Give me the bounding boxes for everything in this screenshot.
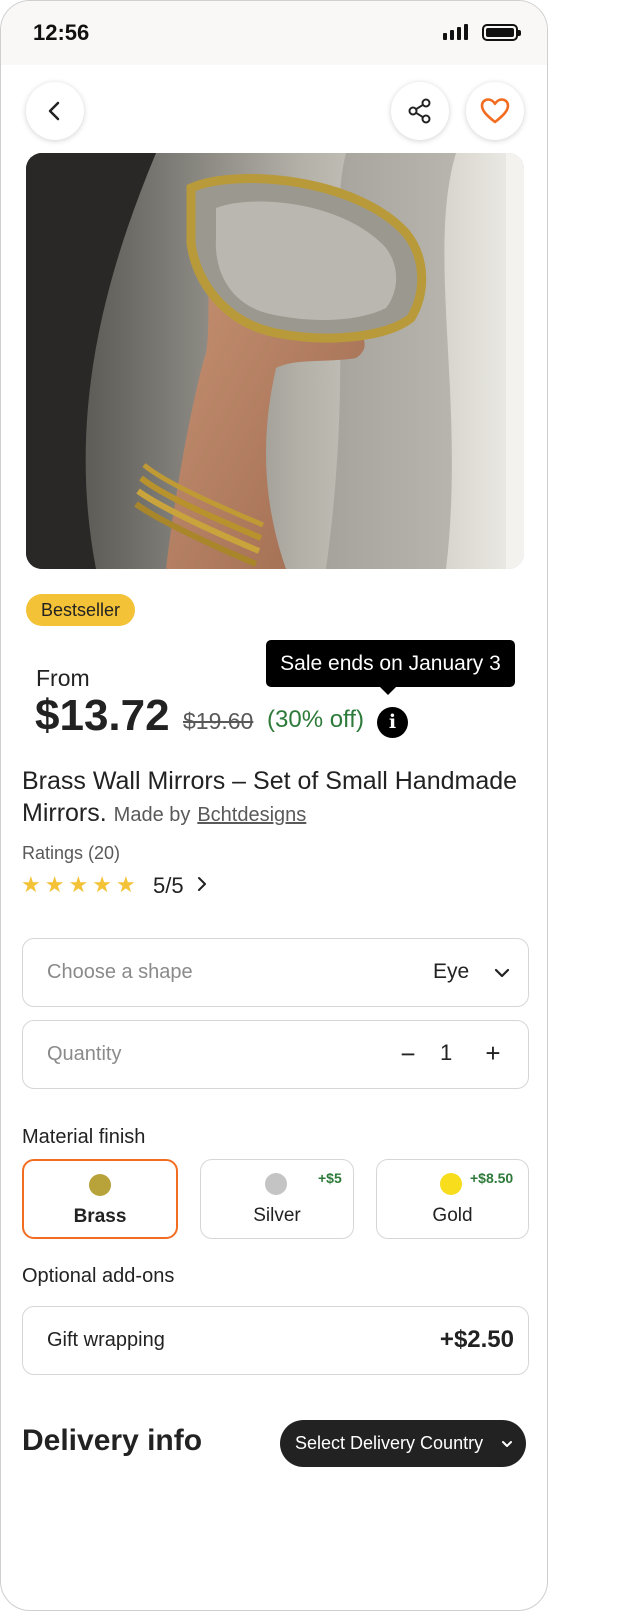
swatch-color	[89, 1174, 111, 1196]
chevron-left-icon	[48, 101, 60, 121]
material-name: Brass	[73, 1206, 127, 1227]
star-icon: ★	[44, 872, 65, 897]
maker-link[interactable]: Bchtdesigns	[197, 804, 306, 826]
heart-icon	[480, 98, 510, 124]
signal-icon	[443, 24, 468, 40]
delivery-info-title: Delivery info	[22, 1424, 203, 1457]
quantity-increase-button[interactable]: +	[478, 1038, 508, 1068]
shape-placeholder: Choose a shape	[47, 961, 193, 983]
chevron-right-icon[interactable]	[195, 875, 209, 893]
phone-frame: 12:56 Bestseller Sale ends on January 3 …	[0, 0, 548, 1611]
share-button[interactable]	[391, 82, 449, 140]
material-option-silver[interactable]: +$5 Silver	[200, 1159, 354, 1239]
swatch-color	[440, 1173, 462, 1195]
addon-name: Gift wrapping	[47, 1329, 165, 1351]
star-icon: ★	[68, 872, 89, 897]
quantity-value[interactable]: 1	[440, 1040, 452, 1066]
chevron-down-icon	[494, 968, 510, 978]
material-option-brass[interactable]: Brass	[22, 1159, 178, 1239]
optional-addons-label: Optional add-ons	[22, 1265, 175, 1287]
star-icon: ★	[92, 872, 112, 897]
addon-gift-wrapping[interactable]: Gift wrapping +$2.50	[22, 1306, 529, 1375]
swatch-color	[265, 1173, 287, 1195]
shape-select[interactable]: Choose a shape Eye	[22, 938, 529, 1007]
favorite-button[interactable]	[466, 82, 524, 140]
rating-stars: ★ ★ ★ ★ ★	[21, 874, 136, 896]
addon-price: +$2.50	[439, 1326, 514, 1353]
original-price: $19.60	[183, 708, 254, 734]
star-icon: ★	[115, 872, 136, 897]
material-finish-label: Material finish	[22, 1126, 146, 1148]
material-option-gold[interactable]: +$8.50 Gold	[376, 1159, 529, 1239]
material-name: Silver	[253, 1205, 301, 1226]
battery-icon	[482, 24, 521, 41]
select-delivery-country-button[interactable]: Select Delivery Country	[280, 1420, 526, 1467]
sale-tooltip: Sale ends on January 3	[266, 640, 515, 695]
material-name: Gold	[432, 1205, 473, 1226]
quantity-decrease-button[interactable]: −	[393, 1039, 423, 1069]
star-icon: ★	[21, 872, 41, 897]
material-surcharge: +$8.50	[470, 1170, 514, 1186]
info-icon[interactable]: i	[377, 707, 408, 738]
material-surcharge: +$5	[318, 1170, 342, 1186]
status-time: 12:56	[33, 20, 90, 45]
product-title: Brass Wall Mirrors – Set of Small Handma…	[22, 765, 522, 831]
quantity-placeholder: Quantity	[47, 1043, 122, 1065]
shape-value: Eye	[433, 960, 470, 983]
quantity-stepper: Quantity − 1 +	[22, 1020, 529, 1089]
price-from-label: From	[36, 665, 90, 691]
status-bar: 12:56	[1, 1, 547, 65]
back-button[interactable]	[26, 82, 84, 140]
discount-label: (30% off)	[267, 706, 364, 733]
ratings-label: Ratings (20)	[22, 843, 121, 863]
price: $13.72	[35, 691, 170, 740]
maker-prefix: Made by	[113, 804, 191, 826]
rating-value[interactable]: 5/5	[153, 873, 184, 899]
delivery-button-label: Select Delivery Country	[295, 1433, 484, 1453]
bestseller-badge: Bestseller	[26, 594, 136, 626]
product-image[interactable]	[26, 153, 524, 569]
share-icon	[408, 98, 431, 124]
chevron-down-icon	[502, 1441, 512, 1447]
